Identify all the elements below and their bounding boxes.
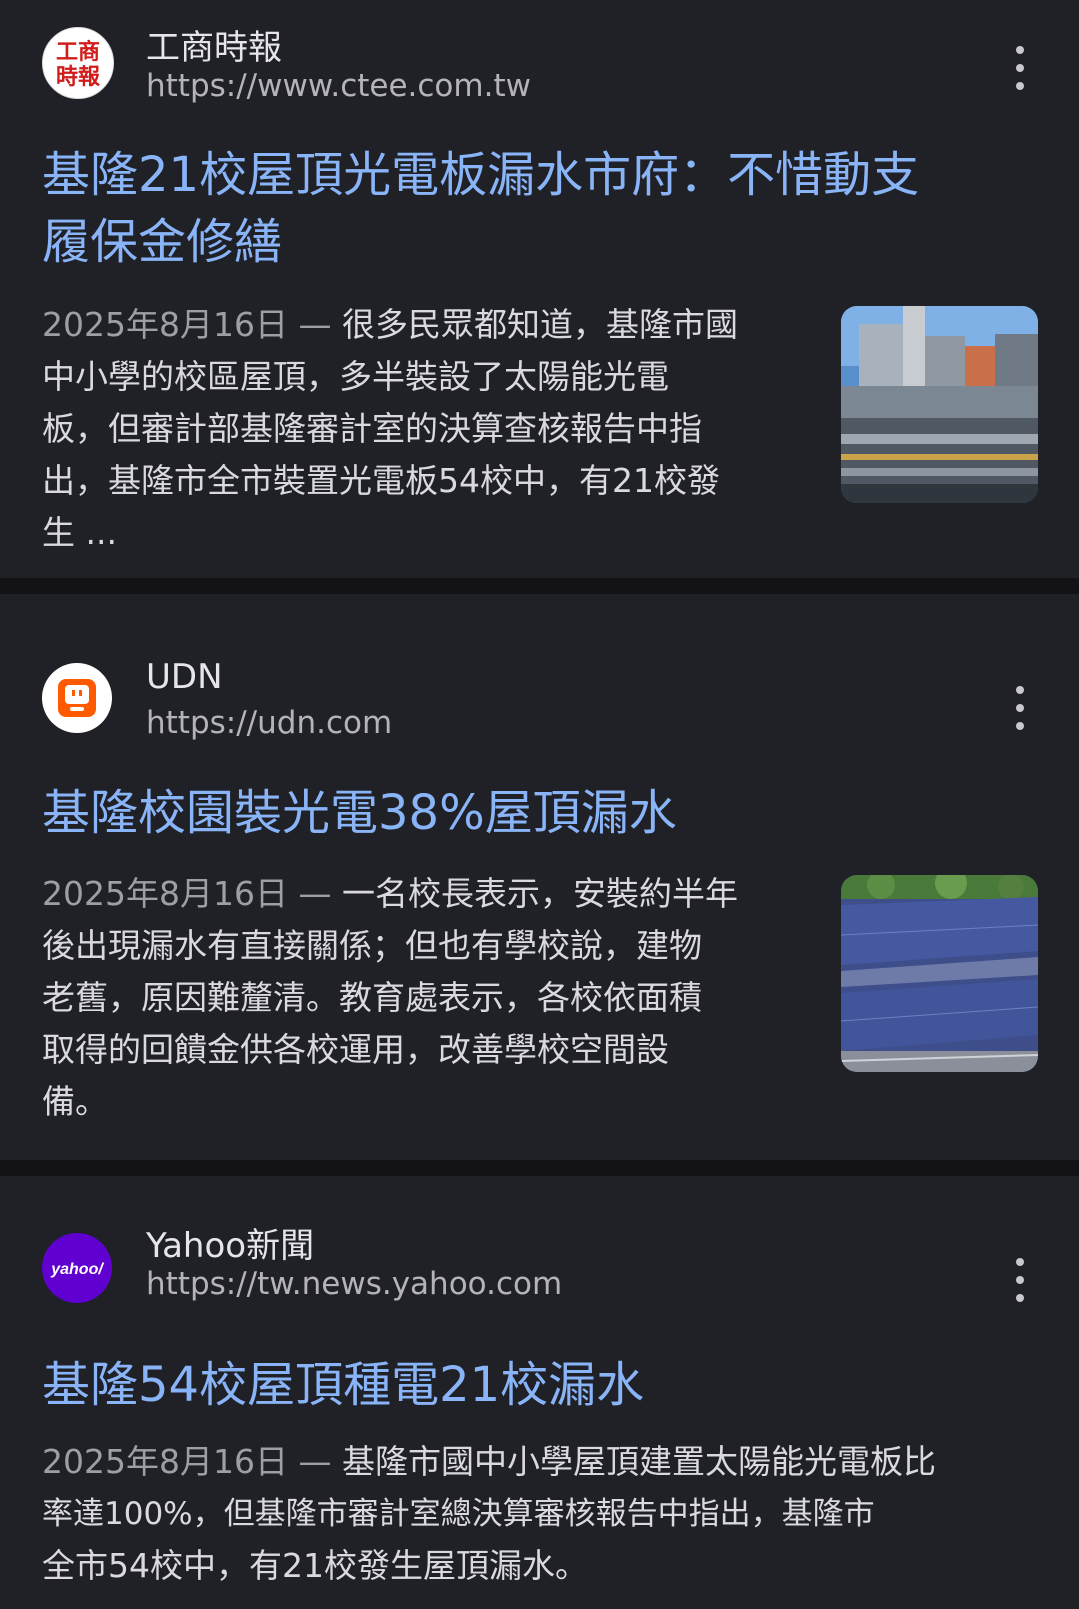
result-separator <box>0 578 1079 594</box>
yahoo-logo-text: yahoo/ <box>50 1261 104 1278</box>
result-title-line: 基隆校園裝光電38%屋頂漏水 <box>42 785 677 841</box>
result-snippet: 2025年8月16日 — 一名校長表示，安裝約半年 後出現漏水有直接關係；但也有… <box>42 868 802 1128</box>
yahoo-logo: yahoo/ <box>42 1233 112 1303</box>
source-url[interactable]: https://udn.com <box>146 705 392 741</box>
source-url[interactable]: https://tw.news.yahoo.com <box>146 1266 562 1302</box>
result-snippet: 2025年8月16日 — 基隆市國中小學屋頂建置太陽能光電板比 率達100%，但… <box>42 1436 1042 1592</box>
snippet-line: 老舊，原因難釐清。教育處表示，各校依面積 <box>42 978 702 1017</box>
ctee-logo: 工商 時報 <box>42 27 114 99</box>
date-separator: — <box>298 1442 332 1481</box>
result-title[interactable]: 基隆21校屋頂光電板漏水市府：不惜動支 履保金修繕 <box>42 142 1019 276</box>
ctee-logo-bottom-text: 時報 <box>56 64 101 90</box>
result-date: 2025年8月16日 <box>42 1442 288 1481</box>
result-title-line: 履保金修繕 <box>42 214 283 270</box>
result-card-yahoo[interactable]: yahoo/ Yahoo新聞 https://tw.news.yahoo.com… <box>0 1176 1079 1609</box>
result-date: 2025年8月16日 <box>42 305 288 344</box>
result-snippet: 2025年8月16日 — 很多民眾都知道，基隆市國 中小學的校區屋頂，多半裝設了… <box>42 299 802 559</box>
city-rooftops-thumbnail[interactable] <box>841 306 1038 503</box>
result-title[interactable]: 基隆54校屋頂種電21校漏水 <box>42 1352 1019 1419</box>
ctee-logo-top-text: 工商 <box>56 39 100 65</box>
snippet-line: 中小學的校區屋頂，多半裝設了太陽能光電 <box>42 357 669 396</box>
snippet-line: 率達100%，但基隆市審計室總決算審核報告中指出，基隆市 <box>42 1496 875 1532</box>
result-card-ctee[interactable]: 工商 時報 工商時報 https://www.ctee.com.tw 基隆21校… <box>0 0 1079 578</box>
snippet-line: 後出現漏水有直接關係；但也有學校說，建物 <box>42 926 702 965</box>
more-options-icon[interactable] <box>1006 1258 1034 1302</box>
snippet-line: 板，但審計部基隆審計室的決算查核報告中指 <box>42 409 702 448</box>
more-options-icon[interactable] <box>1006 46 1034 90</box>
date-separator: — <box>298 305 332 344</box>
udn-logo <box>42 663 112 733</box>
solar-panels-thumbnail[interactable] <box>841 875 1038 1072</box>
more-options-icon[interactable] <box>1006 686 1034 730</box>
date-separator: — <box>298 874 332 913</box>
result-date: 2025年8月16日 <box>42 874 288 913</box>
result-title[interactable]: 基隆校園裝光電38%屋頂漏水 <box>42 780 1019 847</box>
snippet-line: 生 ... <box>42 513 117 552</box>
result-card-udn[interactable]: UDN https://udn.com 基隆校園裝光電38%屋頂漏水 2025年… <box>0 594 1079 1160</box>
snippet-line: 備。 <box>42 1082 108 1121</box>
snippet-line: 取得的回饋金供各校運用，改善學校空間設 <box>42 1030 669 1069</box>
result-title-line: 基隆54校屋頂種電21校漏水 <box>42 1357 645 1413</box>
snippet-line: 出，基隆市全市裝置光電板54校中，有21校發 <box>42 461 720 500</box>
result-title-line: 基隆21校屋頂光電板漏水市府：不惜動支 <box>42 147 920 203</box>
source-name: UDN <box>146 657 223 697</box>
source-name: Yahoo新聞 <box>146 1226 315 1266</box>
result-separator <box>0 1160 1079 1176</box>
snippet-line: 基隆市國中小學屋頂建置太陽能光電板比 <box>341 1442 936 1481</box>
snippet-line: 全市54校中，有21校發生屋頂漏水。 <box>42 1546 588 1585</box>
source-url[interactable]: https://www.ctee.com.tw <box>146 68 531 104</box>
source-name: 工商時報 <box>146 28 282 68</box>
snippet-line: 一名校長表示，安裝約半年 <box>341 874 738 913</box>
snippet-line: 很多民眾都知道，基隆市國 <box>341 305 738 344</box>
